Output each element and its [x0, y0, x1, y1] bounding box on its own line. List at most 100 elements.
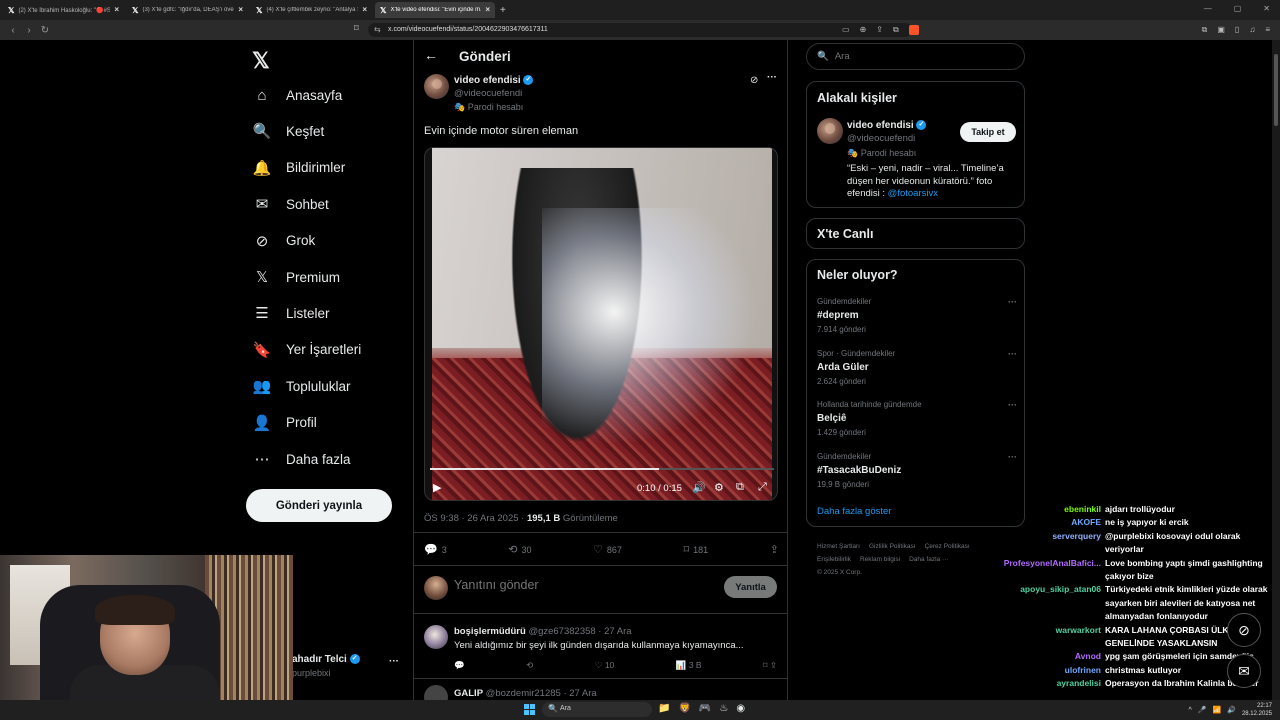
- brave-browser-icon[interactable]: 🦁: [678, 703, 690, 714]
- close-window-icon[interactable]: ✕: [1263, 4, 1270, 13]
- reply-input[interactable]: [454, 578, 694, 592]
- media-icon[interactable]: ♫: [1249, 25, 1255, 35]
- chat-username[interactable]: AKOFE: [960, 516, 1105, 529]
- share-icon[interactable]: ⇪: [876, 25, 883, 35]
- bio-link[interactable]: @fotoarsivx: [888, 188, 938, 199]
- chat-username[interactable]: ayrandelisi: [960, 677, 1105, 690]
- obs-icon[interactable]: ◉: [736, 703, 745, 714]
- menu-icon[interactable]: ≡: [1265, 25, 1270, 35]
- grok-float-icon[interactable]: ⊘: [1227, 613, 1261, 647]
- taskbar-search[interactable]: 🔍 Ara: [542, 702, 652, 717]
- trend-item[interactable]: Gündemdekiler #deprem 7.914 gönderi ···: [817, 297, 1017, 334]
- chat-username[interactable]: ulofrinen: [960, 664, 1105, 677]
- sidebar-item-keşfet[interactable]: 🔍 Keşfet: [252, 116, 325, 146]
- chat-username[interactable]: Avnod: [960, 650, 1105, 663]
- zoom-icon[interactable]: ⊕: [860, 25, 867, 35]
- sidebar-item-sohbet[interactable]: ✉ Sohbet: [252, 189, 329, 219]
- address-bar[interactable]: ⇆ x.com/videocuefendi/status/20046229034…: [368, 23, 912, 37]
- reload-icon[interactable]: ↻: [37, 25, 53, 36]
- sidebar-item-profil[interactable]: 👤 Profil: [252, 408, 317, 438]
- back-arrow-icon[interactable]: ←: [424, 47, 438, 63]
- trend-item[interactable]: Hollanda tarihinde gündemde Belçiê 1.429 g…: [817, 400, 1017, 437]
- volume-icon[interactable]: 🔊: [692, 481, 706, 494]
- file-explorer-icon[interactable]: 📁: [658, 703, 670, 714]
- author-avatar[interactable]: [424, 74, 449, 99]
- pip-icon[interactable]: ⧉: [736, 481, 744, 494]
- repost-icon[interactable]: ⟲: [526, 660, 533, 671]
- maximize-icon[interactable]: ▢: [1234, 4, 1242, 13]
- sidebar-item-premium[interactable]: 𝕏 Premium: [252, 262, 340, 292]
- related-name[interactable]: video efendisi ✓: [847, 120, 927, 131]
- sidebar-toggle-icon[interactable]: ▯: [1235, 25, 1239, 35]
- more-options-icon[interactable]: ···: [1008, 349, 1017, 359]
- chat-username[interactable]: ProfesyonelAnalBafici...: [960, 557, 1105, 584]
- forward-nav-icon[interactable]: ›: [21, 25, 37, 36]
- author-name[interactable]: video efendisi ✓: [454, 75, 534, 86]
- close-tab-icon[interactable]: ×: [485, 3, 490, 16]
- sidebar-item-listeler[interactable]: ☰ Listeler: [252, 298, 329, 328]
- author-handle[interactable]: @videocuefendi: [454, 88, 522, 99]
- wifi-icon[interactable]: 📶: [1213, 706, 1222, 714]
- sidebar-item-yer-i-şaretleri[interactable]: 🔖 Yer İşaretleri: [252, 335, 362, 365]
- grok-explain-icon[interactable]: ⊘: [750, 75, 758, 86]
- like-button[interactable]: ♡ 10: [595, 660, 614, 671]
- extensions-icon[interactable]: ⧉: [1202, 25, 1208, 35]
- close-tab-icon[interactable]: ×: [238, 3, 243, 16]
- mic-icon[interactable]: 🎤: [1198, 706, 1207, 714]
- settings-gear-icon[interactable]: ⚙: [714, 481, 724, 494]
- sidebar-item-topluluklar[interactable]: 👥 Topluluklar: [252, 371, 351, 401]
- follow-button[interactable]: Takip et: [960, 122, 1016, 142]
- live-panel[interactable]: X'te Canlı: [806, 218, 1025, 249]
- sidebar-item-grok[interactable]: ⊘ Grok: [252, 226, 316, 256]
- close-tab-icon[interactable]: ×: [362, 3, 367, 16]
- trend-item[interactable]: Gündemdekiler #TasacakBuDeniz 19,9 B gönde…: [817, 452, 1017, 489]
- sidebar-item-daha-fazla[interactable]: ⋯ Daha fazla: [252, 444, 351, 474]
- minimize-icon[interactable]: —: [1204, 4, 1212, 13]
- bookmark-button[interactable]: ⌑ 181: [684, 543, 709, 556]
- clock[interactable]: 22:17 28.12.2025: [1242, 702, 1272, 718]
- video-player[interactable]: ▶ 0:10 / 0:15 🔊 ⚙ ⧉ ⤢: [424, 147, 778, 501]
- chat-username[interactable]: ebeninkil: [960, 503, 1105, 516]
- related-avatar[interactable]: [817, 118, 843, 144]
- sidebar-item-anasayfa[interactable]: ⌂ Anasayfa: [252, 80, 342, 110]
- chat-username[interactable]: warwarkort: [960, 624, 1105, 651]
- x-logo-icon[interactable]: 𝕏: [252, 48, 270, 74]
- discord-icon[interactable]: 🎮: [699, 703, 711, 714]
- reply-avatar[interactable]: [424, 685, 448, 700]
- volume-icon[interactable]: 🔊: [1227, 706, 1236, 714]
- fullscreen-icon[interactable]: ⤢: [758, 481, 767, 494]
- wallet-icon[interactable]: ▣: [1217, 25, 1225, 35]
- reply-button[interactable]: 💬 3: [424, 543, 447, 556]
- reply-avatar[interactable]: [424, 625, 448, 649]
- video-progress-bar[interactable]: [430, 468, 774, 470]
- messages-float-icon[interactable]: ✉: [1227, 654, 1261, 688]
- reply-submit-button[interactable]: Yanıtla: [724, 576, 777, 598]
- more-options-icon[interactable]: ···: [1008, 297, 1017, 307]
- show-more-link[interactable]: Daha fazla göster: [817, 506, 891, 517]
- like-button[interactable]: ♡ 867: [593, 543, 622, 556]
- bookmark-icon[interactable]: ⌑ ⇪: [763, 660, 777, 671]
- cast-icon[interactable]: ▭: [842, 25, 850, 35]
- more-options-icon[interactable]: ···: [767, 72, 777, 83]
- more-options-icon[interactable]: ···: [1008, 452, 1017, 462]
- more-options-icon[interactable]: ···: [1008, 400, 1017, 410]
- play-icon[interactable]: ▶: [433, 481, 441, 494]
- user-avatar[interactable]: [424, 576, 448, 600]
- steam-icon[interactable]: ♨: [719, 703, 728, 714]
- tray-chevron-icon[interactable]: ^: [1189, 707, 1192, 714]
- windows-start-icon[interactable]: [524, 704, 535, 715]
- copy-icon[interactable]: ⧉: [893, 25, 899, 35]
- account-switcher[interactable]: ahadır Telci ✓ purplebixi ···: [292, 654, 402, 678]
- search-input[interactable]: [834, 51, 1015, 62]
- chat-username[interactable]: serverquery: [960, 530, 1105, 557]
- browser-tab[interactable]: 𝕏(3) X'te gdfc: "Iğdır'da, DEAŞ'ı öven v…: [127, 2, 248, 18]
- browser-tab[interactable]: 𝕏(2) X'te İbrahim Haskoloğlu: "🔴#SO...×: [3, 2, 124, 18]
- back-nav-icon[interactable]: ‹: [5, 25, 21, 36]
- new-tab-icon[interactable]: +: [500, 5, 506, 16]
- repost-button[interactable]: ⟲ 30: [508, 543, 531, 556]
- browser-tab-active[interactable]: 𝕏 X'te video efendisi: "Evin içinde m... ×: [375, 2, 495, 18]
- trend-item[interactable]: Spor · Gündemdekiler Arda Güler 2.624 gönd…: [817, 349, 1017, 386]
- views-button[interactable]: 📊 3 B: [676, 660, 702, 671]
- search-box[interactable]: 🔍: [806, 43, 1025, 70]
- close-tab-icon[interactable]: ×: [114, 3, 119, 16]
